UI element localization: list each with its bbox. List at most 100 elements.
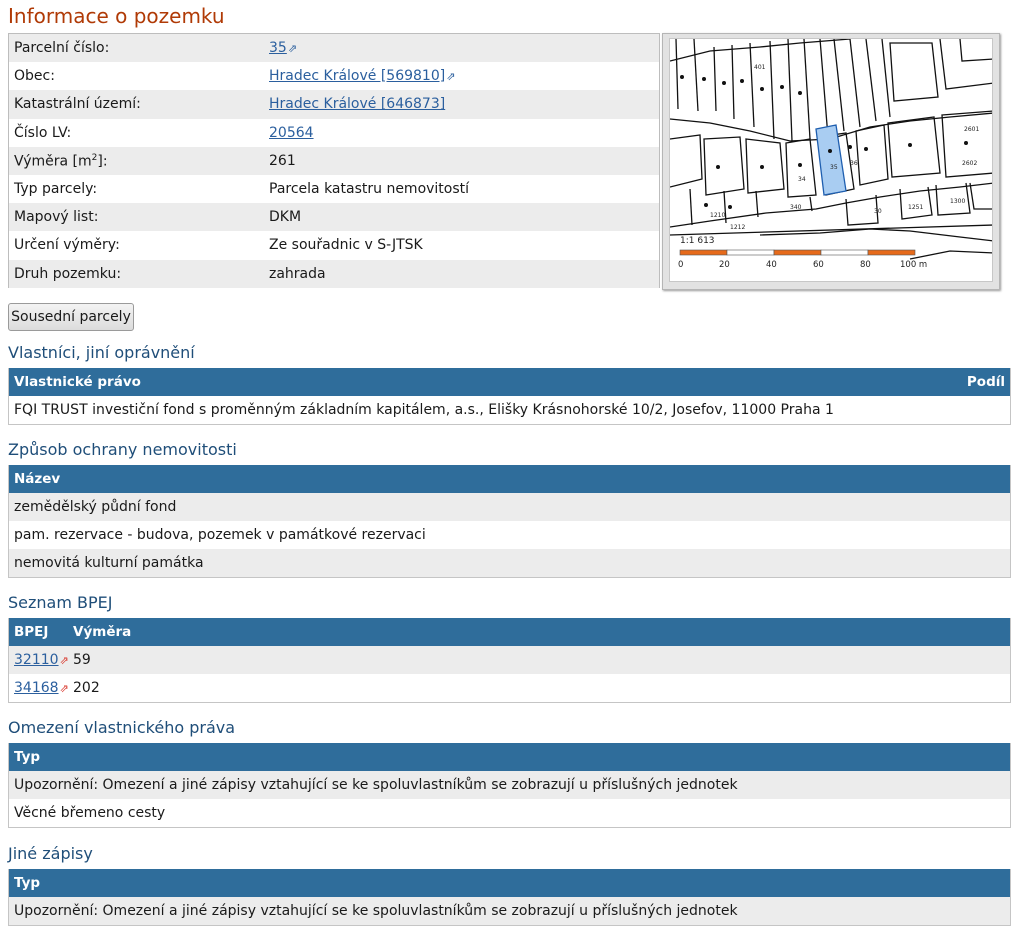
info-row-land-type: Druh pozemku: zahrada bbox=[9, 259, 659, 288]
scale-tick: 20 bbox=[719, 260, 730, 270]
owners-heading: Vlastníci, jiní oprávnění bbox=[8, 343, 195, 362]
svg-text:34: 34 bbox=[798, 176, 806, 183]
protection-text: pam. rezervace - budova, pozemek v památ… bbox=[14, 527, 426, 543]
table-row: 32110⇗ 59 bbox=[9, 646, 1010, 674]
page: Informace o pozemku Parcelní číslo: 35⇗ … bbox=[0, 0, 1024, 930]
info-label: Typ parcely: bbox=[14, 181, 98, 198]
col-share: Podíl bbox=[966, 374, 1005, 390]
owner-text: FQI TRUST investiční fond s proměnným zá… bbox=[14, 402, 834, 418]
table-row: pam. rezervace - budova, pozemek v památ… bbox=[9, 521, 1010, 549]
bpej-code-link[interactable]: 34168 bbox=[14, 680, 59, 696]
info-label: Katastrální území: bbox=[14, 96, 141, 113]
info-value: Ze souřadnic v S-JTSK bbox=[269, 237, 423, 254]
bpej-code-link[interactable]: 32110 bbox=[14, 652, 59, 668]
info-label: Číslo LV: bbox=[14, 124, 72, 141]
cadastral-map[interactable]: 35 36 34 1251 1300 2602 2601 340 401 1210 30 121… bbox=[669, 38, 993, 282]
bpej-table: BPEJ Výměra 32110⇗ 59 34168⇗ 202 bbox=[8, 618, 1011, 703]
svg-text:2602: 2602 bbox=[962, 160, 977, 167]
svg-text:36: 36 bbox=[850, 160, 858, 167]
svg-text:401: 401 bbox=[754, 64, 766, 71]
svg-text:2601: 2601 bbox=[964, 126, 979, 133]
restrictions-table: Typ Upozornění: Omezení a jiné zápisy vz… bbox=[8, 743, 1011, 828]
owners-table-header: Vlastnické právo Podíl bbox=[9, 368, 1010, 396]
info-label: Výměra [m2]: bbox=[9, 153, 264, 170]
page-title: Informace o pozemku bbox=[8, 4, 225, 28]
info-label: Parcelní číslo: bbox=[14, 40, 110, 57]
external-link-icon[interactable]: ⇗ bbox=[288, 42, 297, 55]
bpej-table-header: BPEJ Výměra bbox=[9, 618, 1010, 646]
info-value: Parcela katastru nemovitostí bbox=[269, 181, 470, 198]
scale-tick: 100 m bbox=[900, 260, 927, 270]
table-row: Věcné břemeno cesty bbox=[9, 799, 1010, 827]
info-label: Obec: bbox=[14, 68, 55, 85]
scale-tick: 40 bbox=[766, 260, 777, 270]
col-area: Výměra bbox=[73, 624, 132, 640]
restrictions-table-header: Typ bbox=[9, 743, 1010, 771]
col-ownership-right: Vlastnické právo bbox=[14, 374, 141, 390]
col-bpej: BPEJ bbox=[14, 624, 49, 640]
parcel-number-link[interactable]: 35 bbox=[269, 40, 287, 56]
lv-number-link[interactable]: 20564 bbox=[269, 125, 314, 141]
info-row-cadastral-area: Katastrální území: Hradec Králové [64687… bbox=[9, 90, 659, 119]
restriction-text: Věcné břemeno cesty bbox=[14, 805, 166, 821]
other-records-table-header: Typ bbox=[9, 869, 1010, 897]
area-label-prefix: Výměra [m bbox=[14, 153, 92, 170]
info-value: zahrada bbox=[269, 265, 326, 282]
info-row-lv-number: Číslo LV: 20564 bbox=[9, 119, 659, 147]
external-link-icon[interactable]: ⇗ bbox=[60, 654, 69, 667]
info-label: Určení výměry: bbox=[14, 237, 120, 254]
area-label-suffix: ]: bbox=[97, 153, 108, 170]
other-records-table: Typ Upozornění: Omezení a jiné zápisy vz… bbox=[8, 869, 1011, 926]
table-row: FQI TRUST investiční fond s proměnným zá… bbox=[9, 396, 1010, 424]
table-row: zemědělský půdní fond bbox=[9, 493, 1010, 521]
info-value: 261 bbox=[269, 152, 296, 169]
info-row-area: Výměra [m2]: 261 bbox=[9, 146, 659, 175]
other-records-heading: Jiné zápisy bbox=[8, 844, 93, 863]
owners-table: Vlastnické právo Podíl FQI TRUST investi… bbox=[8, 368, 1011, 425]
svg-text:30: 30 bbox=[874, 208, 882, 215]
protection-table-header: Název bbox=[9, 465, 1010, 493]
svg-text:340: 340 bbox=[790, 204, 802, 211]
info-value: DKM bbox=[269, 209, 302, 226]
svg-text:1210: 1210 bbox=[710, 212, 725, 219]
scale-tick: 80 bbox=[860, 260, 871, 270]
col-type: Typ bbox=[14, 749, 41, 765]
svg-text:1251: 1251 bbox=[908, 204, 923, 211]
info-row-municipality: Obec: Hradec Králové [569810]⇗ bbox=[9, 62, 659, 90]
protection-text: nemovitá kulturní památka bbox=[14, 555, 204, 571]
cadastral-map-drawing: 35 36 34 1251 1300 2602 2601 340 401 1210 30 121… bbox=[670, 39, 992, 281]
bpej-area: 202 bbox=[73, 680, 100, 696]
restrictions-heading: Omezení vlastnického práva bbox=[8, 718, 236, 737]
info-label: Druh pozemku: bbox=[14, 265, 122, 282]
scale-tick: 60 bbox=[813, 260, 824, 270]
municipality-link[interactable]: Hradec Králové [569810] bbox=[269, 68, 445, 84]
info-label: Mapový list: bbox=[14, 209, 99, 226]
svg-text:35: 35 bbox=[830, 164, 838, 171]
cadastral-area-link[interactable]: Hradec Králové [646873] bbox=[269, 96, 445, 112]
info-row-parcel-type: Typ parcely: Parcela katastru nemovitost… bbox=[9, 175, 659, 203]
bpej-heading: Seznam BPEJ bbox=[8, 593, 113, 612]
svg-text:1212: 1212 bbox=[730, 224, 745, 231]
col-type: Typ bbox=[14, 875, 41, 891]
restriction-text: Upozornění: Omezení a jiné zápisy vztahu… bbox=[14, 777, 738, 793]
external-link-icon[interactable]: ⇗ bbox=[446, 70, 455, 83]
external-link-icon[interactable]: ⇗ bbox=[60, 682, 69, 695]
bpej-area: 59 bbox=[73, 652, 91, 668]
protection-table: Název zemědělský půdní fond pam. rezerva… bbox=[8, 465, 1011, 578]
protection-heading: Způsob ochrany nemovitosti bbox=[8, 440, 237, 459]
protection-text: zemědělský půdní fond bbox=[14, 499, 177, 515]
scale-tick: 0 bbox=[678, 260, 683, 270]
neighbor-parcels-button[interactable]: Sousední parcely bbox=[8, 303, 134, 331]
map-scale-text: 1:1 613 bbox=[680, 236, 715, 246]
map-thumbnail[interactable]: 35 36 34 1251 1300 2602 2601 340 401 1210 30 121… bbox=[662, 33, 1000, 290]
table-row: Upozornění: Omezení a jiné zápisy vztahu… bbox=[9, 897, 1010, 925]
info-row-area-method: Určení výměry: Ze souřadnic v S-JTSK bbox=[9, 231, 659, 259]
parcel-info-table: Parcelní číslo: 35⇗ Obec: Hradec Králové… bbox=[8, 33, 660, 288]
other-record-text: Upozornění: Omezení a jiné zápisy vztahu… bbox=[14, 903, 738, 919]
col-name: Název bbox=[14, 471, 61, 487]
table-row: Upozornění: Omezení a jiné zápisy vztahu… bbox=[9, 771, 1010, 799]
info-row-map-sheet: Mapový list: DKM bbox=[9, 203, 659, 232]
svg-text:1300: 1300 bbox=[950, 198, 965, 205]
table-row: nemovitá kulturní památka bbox=[9, 549, 1010, 577]
info-row-parcel-number: Parcelní číslo: 35⇗ bbox=[9, 34, 659, 63]
